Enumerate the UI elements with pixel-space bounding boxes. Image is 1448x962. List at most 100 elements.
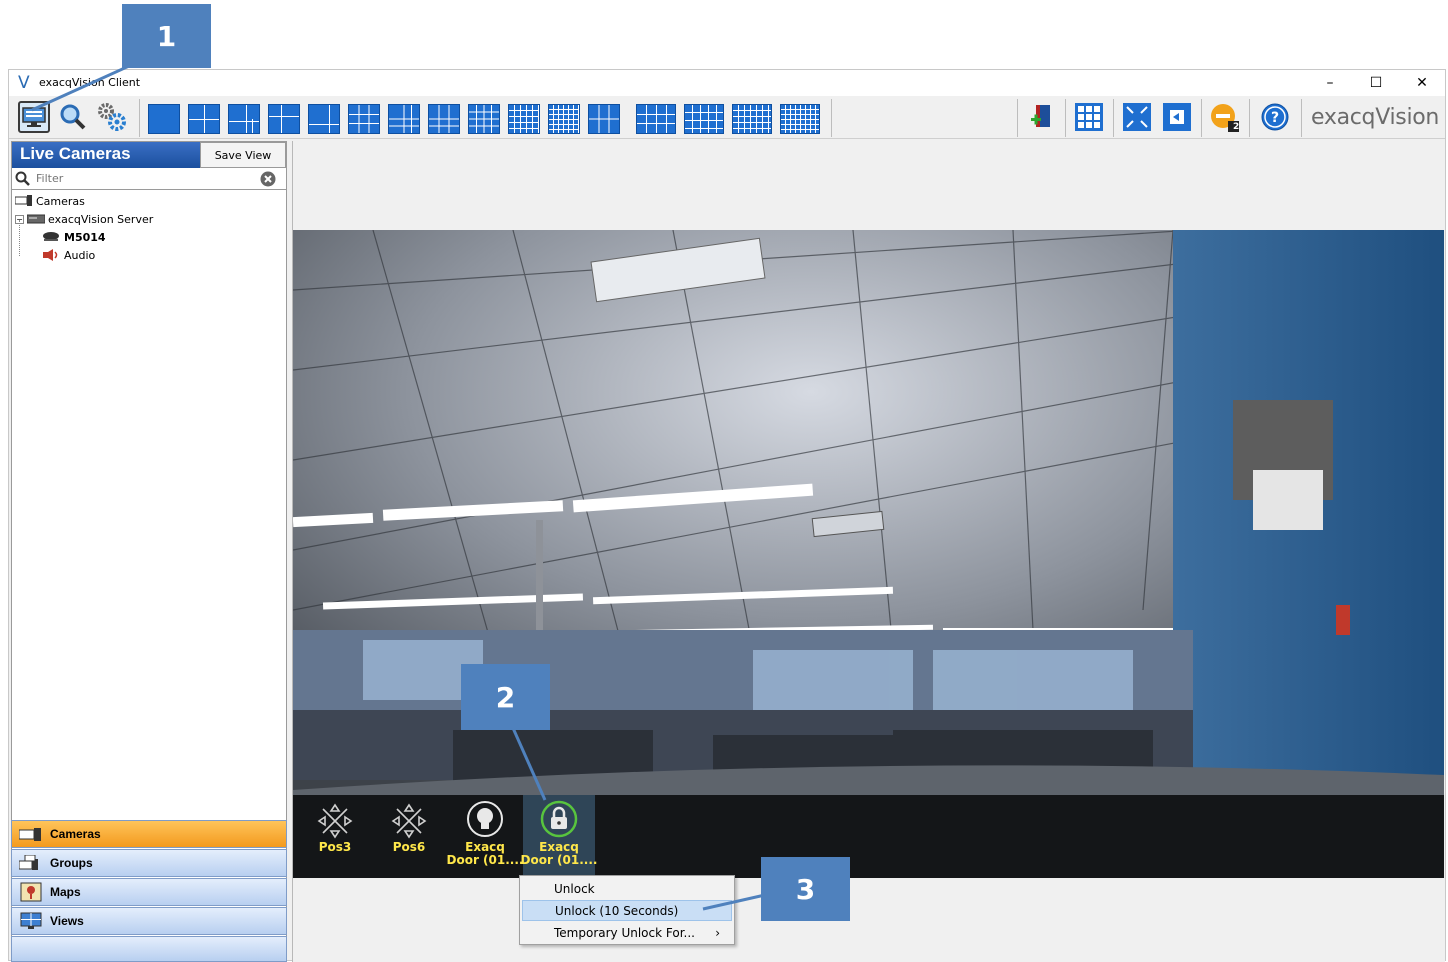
app-window: V exacqVision Client – ☐ ✕ 2 ? exacqVisi…: [8, 69, 1446, 962]
add-map-icon: [1031, 105, 1050, 127]
minimize-button[interactable]: –: [1307, 70, 1353, 96]
submenu-chevron-icon: ›: [715, 925, 720, 940]
maximize-button[interactable]: ☐: [1353, 70, 1399, 96]
layout-6x7-button[interactable]: [780, 104, 820, 134]
nav-groups[interactable]: Groups: [11, 849, 287, 877]
tree-connector: [19, 220, 20, 256]
preset-pos3-button[interactable]: Pos3: [299, 795, 371, 878]
office-ceiling-scene: [293, 230, 1444, 878]
notification-count: 2: [1233, 122, 1240, 132]
live-monitor-icon: [22, 107, 46, 127]
app-logo-icon: V: [18, 73, 30, 93]
menu-item-temporary-unlock[interactable]: Temporary Unlock For... ›: [522, 922, 732, 943]
live-monitor-button[interactable]: [18, 101, 50, 133]
menu-item-unlock[interactable]: Unlock: [522, 878, 732, 899]
overlay-label: Exacq Door (01....: [520, 840, 598, 867]
camera-icon: [43, 232, 59, 241]
lock-icon: [540, 800, 578, 838]
tree-item-camera[interactable]: M5014: [42, 228, 106, 246]
panel-title: Live Cameras: [20, 144, 131, 163]
brand-logo: exacqVision: [1311, 105, 1440, 130]
svg-text:?: ?: [1271, 110, 1279, 126]
layout-3x4-button[interactable]: [636, 104, 676, 134]
layout-4x5-button[interactable]: [684, 104, 724, 134]
layout-2x3-button[interactable]: [588, 104, 620, 134]
callout-1: 1: [122, 4, 211, 68]
nav-cameras[interactable]: Cameras: [11, 820, 287, 848]
nav-label: Views: [50, 914, 84, 928]
layout-1plus3b-button[interactable]: [268, 104, 300, 134]
layout-2x2-button[interactable]: [188, 104, 220, 134]
main-view-area: Pos3 Pos6 Exacq Door (01.... Exacq Door …: [292, 141, 1445, 962]
menu-item-unlock-10-seconds[interactable]: Unlock (10 Seconds): [522, 900, 732, 921]
nav-label: Maps: [50, 885, 81, 899]
layout-4x4-button[interactable]: [468, 104, 500, 134]
toolbar-separator: [1113, 99, 1114, 137]
preset-pos6-button[interactable]: Pos6: [373, 795, 445, 878]
tree-item-cameras[interactable]: Cameras: [15, 192, 85, 210]
toolbar-separator: [831, 99, 832, 137]
tree-item-server[interactable]: − exacqVision Server: [15, 210, 153, 228]
add-map-button[interactable]: [1025, 101, 1057, 133]
menu-label: Temporary Unlock For...: [554, 925, 695, 940]
toolbar-separator: [1065, 99, 1066, 137]
server-icon: [27, 214, 45, 224]
overlay-label: Exacq Door (01....: [446, 840, 524, 867]
layout-1plus7-button[interactable]: [388, 104, 420, 134]
gears-icon: [98, 103, 126, 131]
main-toolbar: 2 ? exacqVision: [9, 97, 1445, 139]
ptz-position-icon: [317, 803, 353, 839]
overlay-label: Pos3: [318, 840, 352, 854]
sequence-grid-icon: [1075, 103, 1103, 131]
layout-6x6-button[interactable]: [548, 104, 580, 134]
light-bulb-icon: [467, 801, 503, 837]
nav-maps[interactable]: Maps: [11, 878, 287, 906]
door-context-menu: Unlock Unlock (10 Seconds) Temporary Unl…: [519, 875, 735, 945]
layout-1x1-button[interactable]: [148, 104, 180, 134]
layout-5x6-button[interactable]: [732, 104, 772, 134]
toolbar-separator: [1301, 99, 1302, 137]
door-lock-button[interactable]: Exacq Door (01....: [520, 795, 598, 878]
filter-input[interactable]: [34, 170, 254, 187]
camera-video-feed[interactable]: Pos3 Pos6 Exacq Door (01.... Exacq Door …: [293, 230, 1444, 878]
tree-label: M5014: [64, 230, 106, 244]
filter-row: [12, 168, 286, 190]
toolbar-separator: [139, 99, 140, 137]
door-light-button[interactable]: Exacq Door (01....: [446, 795, 524, 878]
close-button[interactable]: ✕: [1399, 70, 1445, 96]
layout-1plus3-button[interactable]: [228, 104, 260, 134]
fullscreen-icon: [1123, 103, 1151, 131]
title-bar: V exacqVision Client – ☐ ✕: [9, 70, 1445, 96]
save-view-button[interactable]: Save View: [200, 142, 286, 168]
nav-footer: [11, 936, 287, 962]
nav-label: Groups: [50, 856, 93, 870]
layout-1plus5-button[interactable]: [308, 104, 340, 134]
nav-views[interactable]: Views: [11, 907, 287, 935]
tree-label: Cameras: [36, 194, 85, 208]
notifications-button[interactable]: 2: [1209, 101, 1241, 133]
search-button[interactable]: [57, 101, 89, 133]
views-nav-icon: [18, 912, 44, 930]
ptz-overlay-bar: Pos3 Pos6 Exacq Door (01.... Exacq Door …: [293, 795, 1444, 878]
search-icon: [60, 104, 86, 130]
tree-item-audio[interactable]: Audio: [42, 246, 95, 264]
menu-label: Unlock: [554, 881, 595, 896]
help-icon: ?: [1261, 103, 1289, 131]
search-icon: [15, 171, 30, 186]
clear-filter-icon[interactable]: [260, 171, 276, 187]
maps-nav-icon: [18, 882, 44, 902]
layout-3x3-button[interactable]: [348, 104, 380, 134]
layout-5x5-button[interactable]: [508, 104, 540, 134]
config-button[interactable]: [96, 101, 128, 133]
menu-label: Unlock (10 Seconds): [555, 903, 679, 918]
sequence-grid-button[interactable]: [1073, 101, 1105, 133]
cameras-group-icon: [15, 195, 32, 206]
layout-1plus8-button[interactable]: [428, 104, 460, 134]
exit-view-button[interactable]: [1161, 101, 1193, 133]
audio-speaker-icon: [43, 249, 58, 261]
nav-label: Cameras: [50, 827, 101, 841]
fullscreen-button[interactable]: [1121, 101, 1153, 133]
callout-2: 2: [461, 664, 550, 730]
help-button[interactable]: ?: [1259, 101, 1291, 133]
ptz-position-icon: [391, 803, 427, 839]
